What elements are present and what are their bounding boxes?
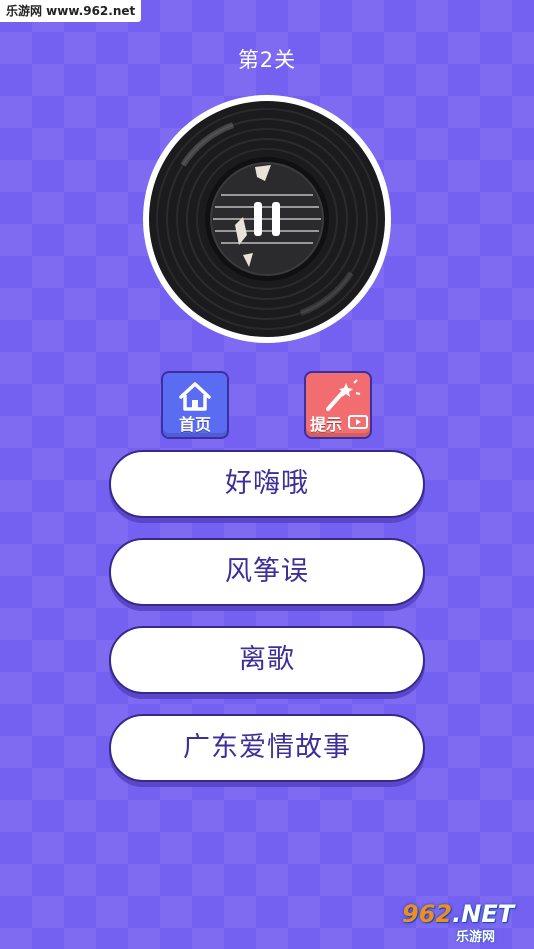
answer-option-4[interactable]: 广东爱情故事 xyxy=(109,714,425,782)
hint-button[interactable]: 提示 xyxy=(304,371,372,439)
home-button-label: 首页 xyxy=(178,415,211,434)
watermark-logo: 962.NET 乐游网 xyxy=(396,900,528,945)
answer-option-1[interactable]: 好嗨哦 xyxy=(109,450,425,518)
watermark-logo-number: 962 xyxy=(402,900,453,928)
answer-option-2[interactable]: 风筝误 xyxy=(109,538,425,606)
home-icon xyxy=(179,382,211,411)
magic-wand-icon xyxy=(326,379,361,411)
watermark-logo-sub: 乐游网 xyxy=(456,930,496,945)
watermark-logo-suffix: .NET xyxy=(452,900,515,928)
pause-button[interactable] xyxy=(244,196,290,242)
pause-bar-right xyxy=(272,202,280,236)
home-button[interactable]: 首页 xyxy=(161,371,229,439)
video-icon xyxy=(348,415,368,429)
answer-option-3[interactable]: 离歌 xyxy=(109,626,425,694)
watermark-logo-text: 962.NET xyxy=(402,900,514,928)
watermark-site-label: 乐游网 www.962.net xyxy=(0,0,142,22)
vinyl-record xyxy=(143,95,391,343)
level-title: 第2关 xyxy=(237,48,297,72)
pause-bar-left xyxy=(254,202,262,236)
